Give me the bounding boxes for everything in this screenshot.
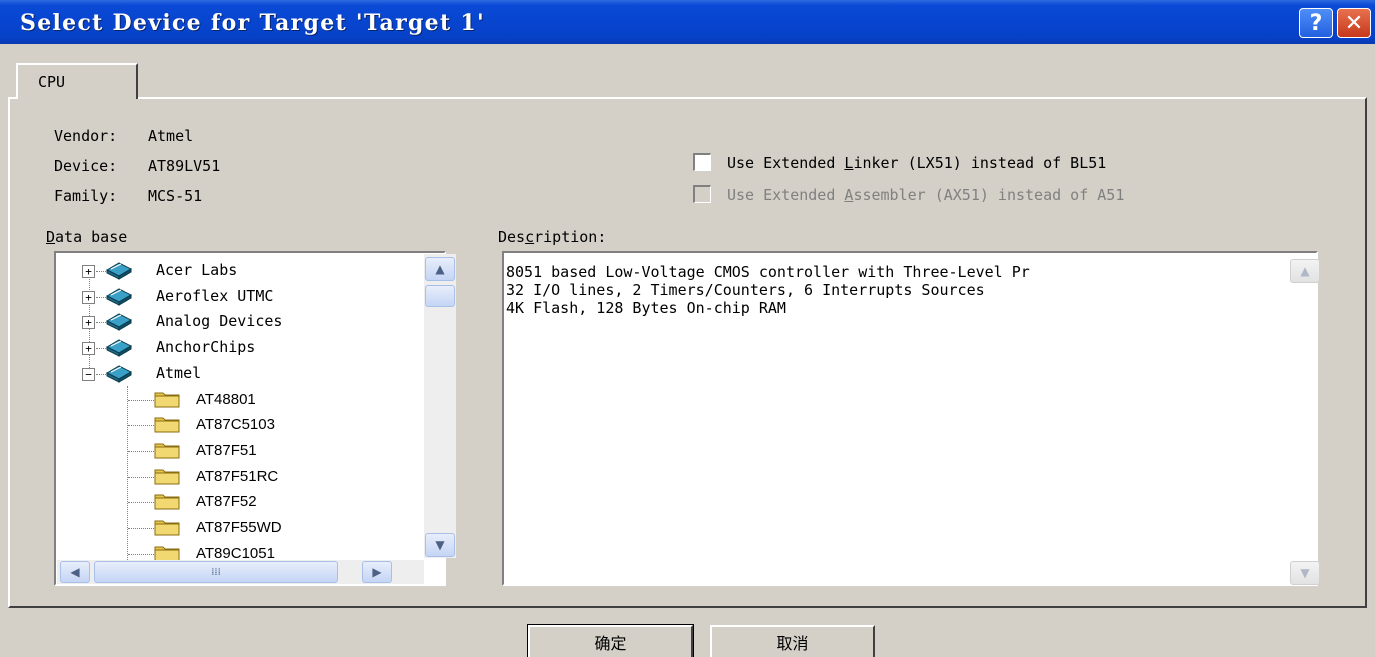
extended-linker-checkbox[interactable] — [693, 153, 711, 171]
tree-vendor-1[interactable]: Acer Labs — [156, 261, 237, 279]
expand-toggle[interactable]: + — [82, 290, 95, 304]
vendor-value: Atmel — [148, 127, 194, 145]
device-value: AT89LV51 — [148, 157, 221, 175]
family-value: MCS-51 — [148, 187, 203, 205]
chevron-up-icon: ▲ — [435, 262, 445, 276]
description-label-key: c — [525, 228, 535, 246]
description-label-pre: Des — [498, 228, 526, 246]
expand-toggle[interactable]: + — [82, 265, 95, 278]
description-scroll-down-button: ▼ — [1290, 561, 1320, 585]
description-text: 8051 based Low-Voltage CMOS controller w… — [506, 263, 1030, 317]
tree-vendor-3[interactable]: Analog Devices — [156, 312, 282, 330]
tree-device-4[interactable]: AT87F51RC — [196, 468, 278, 485]
tree-vendor-5[interactable]: Atmel — [156, 364, 201, 382]
help-icon: ? — [1309, 10, 1323, 36]
tree-connector — [128, 399, 154, 401]
tree-connector — [128, 502, 154, 504]
tree-connector — [128, 425, 154, 427]
tree-device-3[interactable]: AT87F51 — [196, 442, 257, 459]
collapse-toggle[interactable]: − — [82, 367, 95, 381]
book-icon — [105, 311, 133, 332]
extended-linker-label-pre: Use Extended — [727, 154, 845, 172]
tree-connector — [128, 553, 154, 555]
extended-assembler-label-pre: Use Extended — [727, 186, 845, 204]
folder-icon — [154, 544, 180, 562]
tab-cpu-label: CPU — [38, 73, 66, 91]
folder-icon — [154, 441, 180, 459]
scroll-right-button[interactable]: ▶ — [362, 561, 392, 583]
tree-vendor-2[interactable]: Aeroflex UTMC — [156, 287, 273, 305]
device-label: Device: — [54, 157, 118, 175]
folder-icon — [154, 467, 180, 485]
close-icon: ✕ — [1344, 10, 1364, 36]
folder-icon — [154, 518, 180, 536]
extended-assembler-checkbox[interactable] — [693, 185, 711, 203]
window-title: Select Device for Target 'Target 1' — [20, 10, 486, 36]
description-scroll-up-button: ▲ — [1290, 259, 1320, 283]
tree-vendor-4[interactable]: AnchorChips — [156, 338, 255, 356]
chevron-down-icon: ▼ — [1300, 566, 1310, 580]
book-icon — [105, 363, 133, 383]
tree-connector — [128, 476, 154, 478]
tree-device-6[interactable]: AT87F55WD — [196, 519, 282, 536]
chevron-right-icon: ▶ — [372, 565, 382, 579]
title-bar[interactable]: Select Device for Target 'Target 1' ? ✕ — [0, 0, 1375, 44]
folder-icon — [154, 390, 180, 408]
extended-assembler-label-post: ssembler (AX51) instead of A51 — [853, 186, 1125, 204]
description-label: Description: — [498, 228, 606, 246]
expand-toggle[interactable]: + — [82, 316, 95, 330]
folder-icon — [154, 415, 180, 433]
book-icon — [105, 286, 133, 306]
folder-icon — [154, 492, 180, 510]
ok-button-label: 确定 — [594, 634, 627, 653]
extended-linker-label[interactable]: Use Extended Linker (LX51) instead of BL… — [727, 154, 1106, 172]
scroll-thumb[interactable] — [425, 285, 455, 307]
scroll-down-button[interactable]: ▼ — [425, 533, 455, 557]
cancel-button-label: 取消 — [776, 634, 809, 653]
close-button[interactable]: ✕ — [1337, 8, 1371, 38]
cancel-button[interactable]: 取消 — [710, 625, 875, 657]
family-label: Family: — [54, 187, 118, 205]
chevron-down-icon: ▼ — [435, 538, 445, 552]
tree-device-2[interactable]: AT87C5103 — [196, 416, 275, 433]
tree-device-5[interactable]: AT87F52 — [196, 493, 257, 510]
book-icon — [105, 260, 133, 280]
tree-branch-line — [127, 385, 128, 570]
ok-button[interactable]: 确定 — [527, 624, 694, 657]
vendor-label: Vendor: — [54, 127, 118, 145]
database-label-key: D — [46, 228, 56, 246]
extended-linker-label-post: inker (LX51) instead of BL51 — [853, 154, 1107, 172]
tree-device-1[interactable]: AT48801 — [196, 391, 256, 408]
tab-cpu[interactable]: CPU — [16, 63, 138, 99]
tree-connector — [128, 450, 154, 452]
database-label-rest: ata base — [55, 228, 128, 246]
chevron-left-icon: ◀ — [70, 565, 80, 579]
scroll-left-button[interactable]: ◀ — [60, 561, 90, 583]
book-icon — [105, 337, 133, 357]
database-label: Data base — [46, 228, 127, 246]
help-button[interactable]: ? — [1299, 8, 1333, 38]
horizontal-scroll-thumb[interactable]: ⁞⁞⁞ — [94, 561, 338, 583]
tree-connector — [128, 528, 154, 529]
chevron-up-icon: ▲ — [1300, 264, 1310, 278]
expand-toggle[interactable]: + — [82, 342, 95, 356]
grip-icon: ⁞⁞⁞ — [211, 566, 221, 578]
extended-assembler-label: Use Extended Assembler (AX51) instead of… — [727, 186, 1124, 204]
description-label-post: ription: — [534, 228, 607, 246]
scroll-up-button[interactable]: ▲ — [425, 257, 455, 281]
